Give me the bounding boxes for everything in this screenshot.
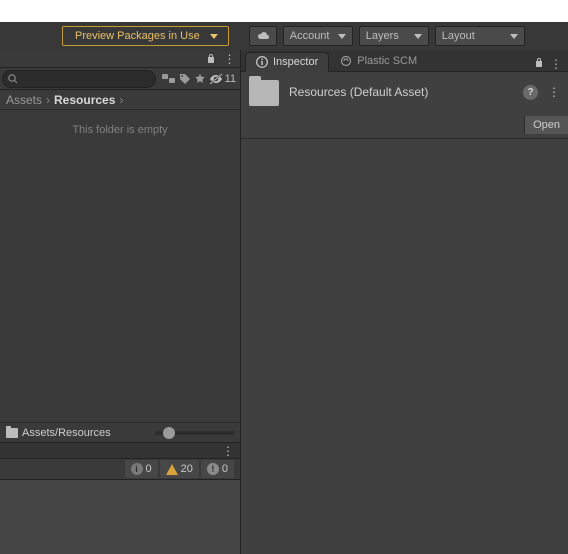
asset-title: Resources (Default Asset): [289, 85, 428, 99]
panel-menu-icon[interactable]: ⋮: [548, 85, 560, 99]
layout-dropdown[interactable]: Layout: [435, 26, 525, 46]
breadcrumb-root[interactable]: Assets: [6, 93, 42, 107]
account-dropdown[interactable]: Account: [283, 26, 353, 46]
preview-packages-button[interactable]: Preview Packages in Use: [62, 26, 229, 46]
panel-footer: ⋮: [0, 442, 240, 458]
eye-off-icon: [209, 73, 223, 85]
slider-thumb[interactable]: [163, 427, 175, 439]
help-icon[interactable]: ?: [523, 85, 538, 100]
panel-header: ⋮: [0, 50, 240, 68]
chevron-right-icon: ›: [119, 93, 123, 107]
open-label: Open: [533, 119, 560, 131]
inspector-body: [241, 139, 568, 554]
lock-icon[interactable]: [206, 53, 218, 64]
warning-icon: [166, 464, 178, 475]
tab-bar: Inspector Plastic SCM ⋮: [241, 50, 568, 72]
folder-contents[interactable]: This folder is empty: [0, 110, 240, 422]
filter-by-label-icon[interactable]: [179, 73, 191, 85]
account-label: Account: [290, 30, 330, 42]
tab-plastic-label: Plastic SCM: [357, 55, 417, 67]
layers-label: Layers: [366, 30, 399, 42]
inspector-panel: Inspector Plastic SCM ⋮ Resources (Defau…: [241, 50, 568, 554]
favorite-icon[interactable]: [194, 73, 206, 85]
tab-plastic-scm[interactable]: Plastic SCM: [329, 51, 428, 71]
folder-path-row: Assets/Resources: [0, 422, 240, 442]
preview-packages-label: Preview Packages in Use: [75, 30, 200, 42]
tab-inspector[interactable]: Inspector: [245, 52, 329, 72]
breadcrumb: Assets › Resources ›: [0, 90, 240, 110]
chevron-down-icon: [510, 34, 518, 39]
folder-path: Assets/Resources: [22, 427, 111, 439]
project-panel: ⋮: [0, 50, 241, 554]
panel-menu-icon[interactable]: ⋮: [222, 52, 236, 66]
open-row: Open: [241, 116, 568, 139]
breadcrumb-current[interactable]: Resources: [54, 93, 115, 107]
empty-message: This folder is empty: [72, 124, 167, 136]
info-count: 0: [146, 463, 152, 475]
error-count: 0: [222, 463, 228, 475]
lock-icon[interactable]: [534, 57, 544, 71]
chevron-down-icon: [210, 34, 218, 39]
chevron-down-icon: [414, 34, 422, 39]
layout-label: Layout: [442, 30, 475, 42]
chevron-right-icon: ›: [46, 93, 50, 107]
main-toolbar: Preview Packages in Use Account Layers L…: [0, 22, 568, 50]
hidden-count: 11: [225, 73, 236, 85]
panel-menu-icon[interactable]: ⋮: [550, 57, 562, 71]
lower-panel: [0, 480, 240, 554]
console-info[interactable]: i 0: [125, 460, 158, 478]
panel-menu-icon[interactable]: ⋮: [222, 444, 234, 458]
layers-dropdown[interactable]: Layers: [359, 26, 429, 46]
warning-count: 20: [181, 463, 193, 475]
chevron-down-icon: [338, 34, 346, 39]
console-status-bar: i 0 20 ! 0: [0, 458, 240, 480]
filter-by-type-icon[interactable]: [162, 73, 176, 85]
tab-inspector-label: Inspector: [273, 56, 318, 68]
plastic-icon: [340, 55, 352, 67]
folder-icon: [249, 80, 279, 106]
open-button[interactable]: Open: [524, 116, 568, 134]
thumbnail-size-slider[interactable]: [155, 431, 234, 435]
error-icon: !: [207, 463, 219, 475]
console-warnings[interactable]: 20: [160, 460, 199, 478]
hidden-toggle[interactable]: 11: [209, 73, 236, 85]
info-icon: [256, 56, 268, 68]
project-search-row: 11: [0, 68, 240, 90]
console-errors[interactable]: ! 0: [201, 460, 234, 478]
info-icon: i: [131, 463, 143, 475]
search-input[interactable]: [2, 70, 156, 88]
cloud-button[interactable]: [249, 26, 277, 46]
inspector-header: Resources (Default Asset) ? ⋮: [241, 72, 568, 116]
top-white-bar: [0, 0, 568, 22]
folder-icon: [6, 428, 18, 438]
